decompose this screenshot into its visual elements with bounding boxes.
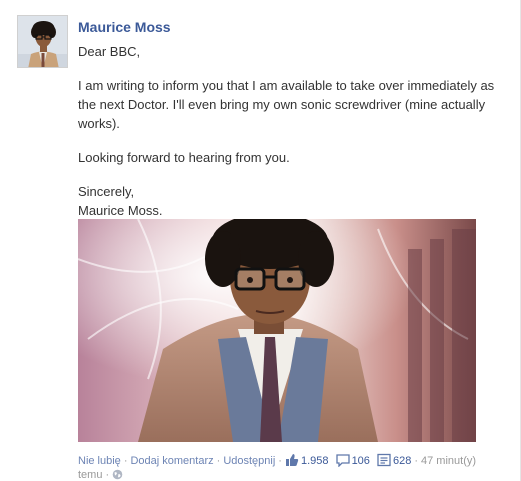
comments-count[interactable]: 106 [335, 454, 370, 468]
separator-dot: · [278, 455, 282, 467]
separator-dot: · [414, 455, 419, 467]
post-photo[interactable] [78, 219, 476, 442]
doctor-photo-image [78, 219, 476, 442]
shares-count-value: 628 [392, 455, 412, 467]
post-closing: Sincerely, [78, 184, 135, 199]
separator-dot: · [123, 455, 128, 467]
comments-count-value: 106 [351, 455, 370, 467]
post-paragraph-2: Looking forward to hearing from you. [78, 150, 290, 165]
shares-count[interactable]: 628 [377, 453, 412, 467]
share-link[interactable]: Udostępnij [223, 455, 275, 467]
author-name-link[interactable]: Maurice Moss [78, 19, 171, 35]
globe-icon[interactable] [112, 469, 123, 480]
post-message: Dear BBC, I am writing to inform you tha… [78, 42, 508, 220]
separator-dot: · [216, 455, 221, 467]
timestamp-suffix[interactable]: temu [78, 469, 102, 481]
post-signature: Maurice Moss. [78, 203, 163, 218]
post-actions-bar: Nie lubię · Dodaj komentarz · Udostępnij · 1.9… [78, 452, 508, 470]
post-greeting: Dear BBC, [78, 44, 141, 59]
feed-post: Maurice Moss Dear BBC, I am writing to i… [0, 0, 521, 481]
comment-link[interactable]: Dodaj komentarz [130, 455, 213, 467]
separator-dot: · [105, 469, 110, 481]
likes-count[interactable]: 1.958 [285, 454, 329, 467]
post-paragraph-1: I am writing to inform you that I am ava… [78, 78, 495, 131]
likes-count-value: 1.958 [300, 455, 329, 467]
share-icon [377, 453, 391, 467]
post-actions-bar-line2: temu · [78, 469, 123, 481]
avatar-image [18, 16, 67, 67]
thumbs-up-icon [285, 454, 299, 466]
like-link[interactable]: Nie lubię [78, 455, 121, 467]
timestamp[interactable]: 47 minut(y) [421, 455, 476, 467]
avatar[interactable] [17, 15, 68, 68]
comment-icon [335, 454, 350, 468]
